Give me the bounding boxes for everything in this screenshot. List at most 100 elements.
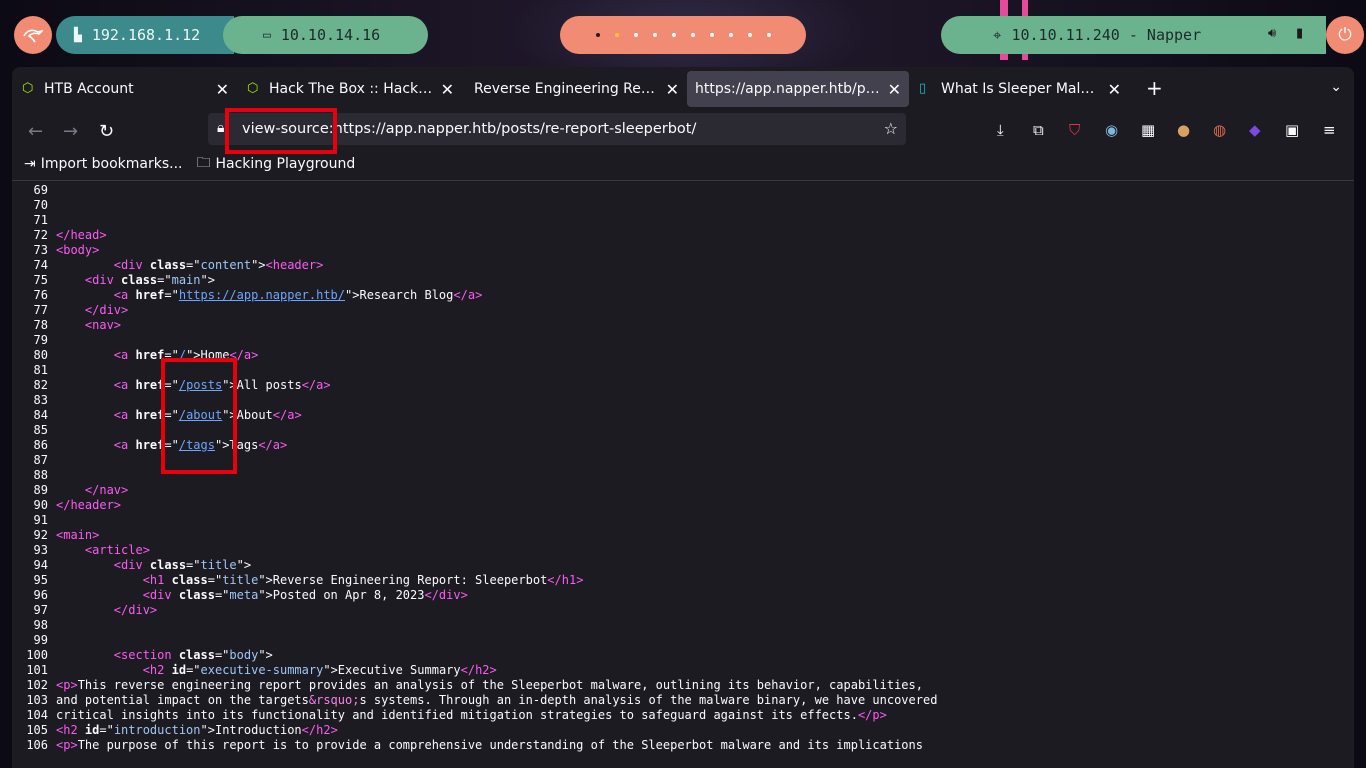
line-number: 71: [33, 213, 48, 227]
source-line: 80 <a href="/">Home</a>: [12, 348, 1354, 363]
source-token: </h2>: [460, 663, 497, 677]
bookmarks-toolbar: ⇥ Import bookmarks... 🗀︎ Hacking Playgro…: [12, 151, 1354, 177]
source-link[interactable]: /about: [179, 408, 222, 422]
download-icon[interactable]: ⤓: [997, 121, 1004, 139]
source-line: 95 <h1 class="title">Reverse Engineering…: [12, 573, 1354, 588]
source-token: [56, 258, 114, 272]
cookie-editor-icon[interactable]: ◍: [1213, 121, 1226, 139]
source-link[interactable]: /: [179, 348, 186, 362]
close-tab-icon[interactable]: ✕: [216, 80, 229, 99]
source-link[interactable]: https://app.napper.htb/: [179, 288, 345, 302]
workspace-dot[interactable]: [633, 33, 638, 37]
view-source-pane[interactable]: 69 70 71 72 </head> 73 <body> 74 <div class="co…: [12, 180, 1354, 768]
battery-icon: ▮: [1296, 26, 1304, 41]
close-tab-icon[interactable]: ✕: [1108, 80, 1121, 99]
source-token: class: [171, 573, 208, 587]
source-token: <a: [113, 438, 136, 452]
tab-sleeper-malware[interactable]: ▯ What Is Sleeper Malware ✕: [909, 71, 1129, 107]
source-token: href: [135, 438, 165, 452]
source-token: =": [186, 663, 201, 677]
workspace-dot[interactable]: [766, 33, 771, 37]
workspace-dot[interactable]: [747, 33, 752, 37]
close-tab-icon[interactable]: ✕: [888, 80, 901, 99]
workspace-dot[interactable]: [690, 33, 695, 37]
cube-icon: ⬡: [22, 81, 34, 96]
source-link[interactable]: /tags: [179, 438, 215, 452]
source-token: <a: [113, 288, 136, 302]
source-token: content: [200, 258, 252, 272]
cube-icon: ⬡: [247, 81, 259, 96]
kali-menu-icon[interactable]: [14, 16, 52, 54]
line-number: 102: [26, 678, 48, 692]
tab-hack-the-box[interactable]: ⬡ Hack The Box :: Hack The Box ✕: [237, 71, 462, 107]
source-token: [56, 603, 114, 617]
source-token: </a>: [453, 288, 483, 302]
line-number: 106: [26, 738, 48, 752]
back-arrow-icon[interactable]: ←: [28, 121, 43, 142]
line-number: 100: [26, 648, 48, 662]
source-token: <h2: [56, 723, 85, 737]
bookmark-import[interactable]: ⇥ Import bookmarks...: [24, 156, 183, 172]
source-token: class: [121, 273, 158, 287]
source-token: =": [164, 378, 179, 392]
list-tabs-chevron-icon[interactable]: ⌄: [1330, 79, 1342, 95]
workspace-switcher[interactable]: [560, 16, 806, 54]
source-token: =": [214, 588, 230, 602]
tab-htb-account[interactable]: ⬡ HTB Account ✕: [12, 71, 237, 107]
line-number: 95: [33, 573, 48, 587]
url-bar[interactable]: 🔒︎ view-source:https://app.napper.htb/po…: [208, 113, 906, 145]
forward-arrow-icon[interactable]: →: [63, 121, 78, 142]
source-link[interactable]: /posts: [179, 378, 222, 392]
workspace-dot[interactable]: [709, 33, 714, 37]
extensions-icon[interactable]: ⧉: [1033, 121, 1044, 139]
reload-icon[interactable]: ↻: [99, 121, 114, 142]
source-token: <section: [113, 648, 179, 662]
cookie-icon[interactable]: ●: [1177, 121, 1190, 139]
ublock-icon[interactable]: ⛉: [1069, 121, 1080, 139]
source-line: 93 <article>: [12, 543, 1354, 558]
tray-widget: 🔊︎ ▮: [1256, 16, 1326, 54]
workspace-dot[interactable]: [728, 33, 733, 37]
url-text[interactable]: view-source:https://app.napper.htb/posts…: [242, 121, 696, 137]
vpn-ip-widget: ▭ 10.10.14.16: [223, 16, 428, 54]
foxyproxy-icon[interactable]: ◉: [1105, 121, 1118, 139]
source-token: <div: [142, 588, 179, 602]
source-token: </div>: [424, 588, 468, 602]
line-number: 70: [33, 198, 48, 212]
line-number: 69: [33, 183, 48, 197]
workspace-dot[interactable]: [595, 33, 600, 37]
source-line: 102 <p>This reverse engineering report pr…: [12, 678, 1354, 693]
tab-re-report[interactable]: Reverse Engineering Report: Sleeperbot ✕: [462, 71, 687, 107]
source-token: [56, 588, 143, 602]
hamburger-menu-icon[interactable]: ≡: [1323, 121, 1336, 139]
power-icon[interactable]: ⏻: [1326, 16, 1364, 54]
source-token: <a: [113, 408, 136, 422]
workspace-dot-active[interactable]: [614, 33, 619, 37]
source-token: <p>: [56, 738, 78, 752]
wappalyzer-icon[interactable]: ◆: [1249, 121, 1261, 139]
line-code: <a href="/about">About</a>: [48, 408, 302, 423]
bookmark-star-icon[interactable]: ☆: [884, 119, 898, 138]
workspace-dot[interactable]: [652, 33, 657, 37]
source-token: </h2>: [301, 723, 338, 737]
target-label: 10.10.11.240 - Napper: [1011, 26, 1202, 44]
volume-icon[interactable]: 🔊︎: [1268, 26, 1276, 41]
line-code: <p>The purpose of this report is to prov…: [48, 738, 923, 753]
source-token: =": [99, 723, 114, 737]
line-number: 75: [33, 273, 48, 287]
new-tab-button[interactable]: +: [1146, 76, 1163, 100]
source-line: 92 <main>: [12, 528, 1354, 543]
source-token: The purpose of this report is to provide…: [77, 738, 923, 752]
profile-icon[interactable]: ▣: [1285, 121, 1299, 139]
source-token: =": [207, 573, 223, 587]
qr-code-icon[interactable]: ▦: [1141, 121, 1155, 139]
close-tab-icon[interactable]: ✕: [441, 80, 454, 99]
workspace-dot[interactable]: [671, 33, 676, 37]
bookmark-folder-hacking-playground[interactable]: 🗀︎ Hacking Playground: [197, 152, 356, 176]
lock-icon[interactable]: 🔒︎: [217, 120, 224, 136]
tab-view-source-active[interactable]: https://app.napper.htb/posts/re-report-s…: [687, 71, 909, 107]
line-number: 96: [33, 588, 48, 602]
close-tab-icon[interactable]: ✕: [666, 80, 679, 99]
source-token: href: [135, 378, 165, 392]
